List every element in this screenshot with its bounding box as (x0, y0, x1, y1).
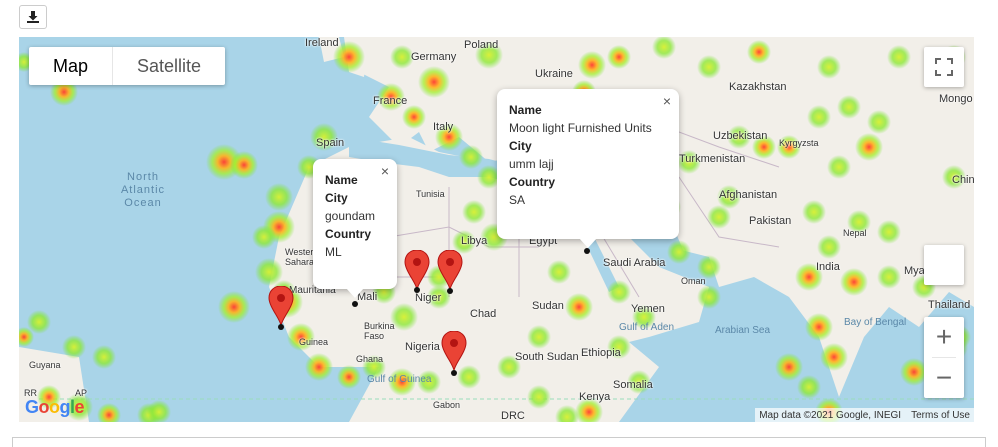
country-value: ML (325, 245, 342, 259)
terms-link[interactable]: Terms of Use (911, 410, 970, 421)
close-icon[interactable]: × (663, 93, 671, 109)
fullscreen-button[interactable] (924, 47, 964, 87)
city-key: City (509, 139, 532, 153)
zoom-control: + − (924, 317, 964, 398)
attribution-bar: Map data ©2021 Google, INEGI Terms of Us… (755, 408, 974, 422)
city-key: City (325, 191, 348, 205)
map-type-control: Map Satellite (29, 47, 226, 85)
country-value: SA (509, 193, 526, 207)
country-key: Country (509, 175, 555, 189)
map-type-satellite-button[interactable]: Satellite (112, 47, 225, 85)
street-view-button[interactable] (924, 245, 964, 285)
fullscreen-icon (935, 58, 953, 76)
country-key: Country (325, 227, 371, 241)
zoom-in-button[interactable]: + (924, 317, 964, 357)
output-panel-edge (12, 437, 986, 447)
attribution-text: Map data ©2021 Google, INEGI (759, 409, 902, 421)
google-logo[interactable]: Google (25, 397, 85, 418)
download-icon (27, 11, 39, 23)
city-value: goundam (325, 209, 376, 223)
name-key: Name (509, 103, 542, 117)
map-canvas[interactable]: Ireland Poland Germany Ukraine Kazakhsta… (19, 37, 974, 422)
info-window: × Name City goundam Country ML (313, 159, 397, 298)
zoom-out-button[interactable]: − (924, 358, 964, 398)
city-value: umm lajj (509, 157, 554, 171)
name-key: Name (325, 173, 358, 187)
name-value: Moon light Furnished Units (509, 121, 652, 135)
info-window: × Name Moon light Furnished Units City u… (497, 89, 679, 248)
close-icon[interactable]: × (381, 163, 389, 179)
download-button[interactable] (19, 5, 47, 29)
map-type-map-button[interactable]: Map (29, 47, 112, 85)
